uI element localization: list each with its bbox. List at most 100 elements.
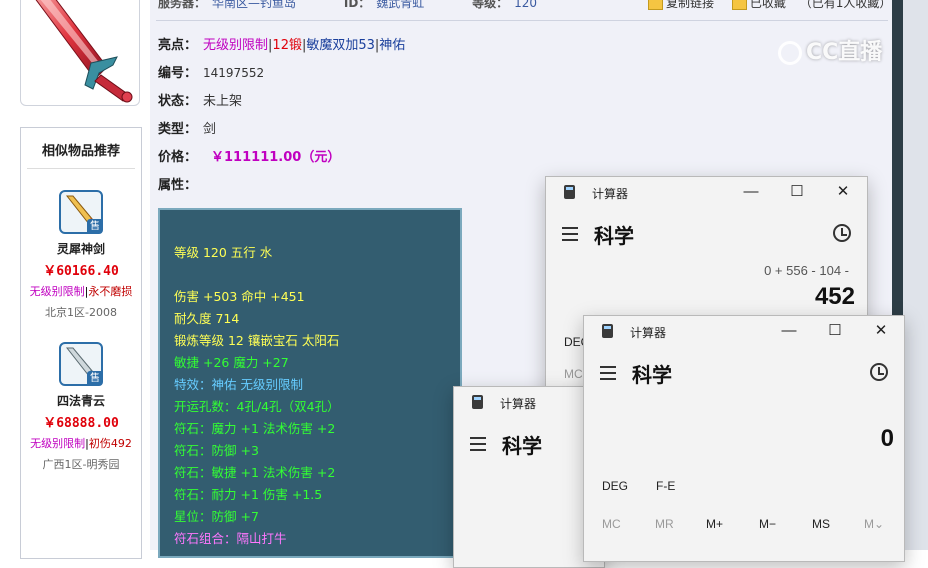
type-label: 类型： [158,122,198,137]
memory-recall-button[interactable]: MR [655,517,674,531]
tag: 无级别限制 [30,437,86,450]
similar-item-name[interactable]: 四法青云 [21,392,141,409]
similar-item-card[interactable]: 售 四法青云 ￥68888.00 无级别限制|初伤492 广西1区-明秀园 [21,342,141,472]
memory-clear-button[interactable]: MC [564,367,583,381]
right-edge [903,0,928,550]
memory-add-button[interactable]: M+ [706,517,723,531]
highlight-stats: 敏魔双加53 [306,38,375,53]
result-display: 0 [880,425,894,452]
maximize-button[interactable]: ☐ [824,320,846,342]
item-summary-row: 服务器： 华南区—钓鱼岛 ID： 魏武青虹 等级： 120 [158,0,581,11]
divider [27,168,135,169]
attr-line: 符石：防御 +3 [174,443,259,458]
history-icon[interactable] [833,224,851,242]
menu-icon[interactable] [600,366,616,380]
title-bar[interactable]: 计算器 — ☐ ✕ [584,316,904,346]
tag: 无级别限制 [29,285,85,298]
menu-icon[interactable] [470,437,486,451]
number-label: 编号： [158,66,198,81]
price-row: 价格： ￥111111.00（元） [158,146,340,165]
attr-line: 等级 120 五行 水 [174,245,273,260]
similar-items-title: 相似物品推荐 [41,144,120,159]
similar-item-price: ￥60166.40 [43,264,119,279]
menu-icon[interactable] [562,227,578,241]
title-bar[interactable]: 计算器 [454,387,604,417]
highlights-label: 亮点： [158,38,198,53]
similar-item-tags: 无级别限制|初伤492 [25,435,137,451]
minimize-button[interactable]: — [778,320,800,342]
item-image [20,0,140,106]
copy-link-button[interactable]: 复制链接 [666,0,714,10]
attr-line: 伤害 +503 命中 +451 [174,289,305,304]
tag: 永不磨损 [88,285,133,298]
favorite-count: （已有1人收藏） [799,0,892,10]
for-sale-badge: 售 [87,371,103,386]
type-row: 类型： 剑 [158,118,216,137]
memory-store-button[interactable]: MS [812,517,830,531]
copy-link-icon [648,0,663,10]
divider [156,20,888,21]
maximize-button[interactable]: ☐ [786,181,808,203]
price-value: ￥111111.00（元） [211,150,341,165]
type-value: 剑 [203,122,217,137]
calculator-app-icon [472,395,483,409]
calculator-mode: 科学 [632,365,672,387]
similar-item-card[interactable]: 售 灵犀神剑 ￥60166.40 无级别限制|永不磨损 北京1区-2008 [21,190,141,320]
attr-line: 特效：神佑 无级别限制 [174,377,303,392]
similar-item-price: ￥68888.00 [43,416,119,431]
close-button[interactable]: ✕ [870,320,892,342]
item-thumbnail[interactable]: 售 [59,342,103,386]
favorited-button[interactable]: 已收藏 [750,0,786,10]
history-icon[interactable] [870,363,888,381]
status-label: 状态： [158,94,198,109]
attr-line: 锻炼等级 12 镶嵌宝石 太阳石 [174,333,340,348]
item-thumbnail[interactable]: 售 [59,190,103,234]
stream-watermark: CC直播 [778,34,882,66]
highlight-effect: 神佑 [379,38,406,53]
similar-item-tags: 无级别限制|永不磨损 [25,283,137,299]
status-value: 未上架 [203,94,243,109]
calculator-mode: 科学 [502,436,542,458]
sword-image [35,0,133,103]
attributes-label: 属性： [158,178,198,193]
id-value: 魏武青虹 [376,0,425,10]
similar-item-name[interactable]: 灵犀神剑 [21,240,141,257]
attr-line: 星位：防御 +7 [174,509,259,524]
highlights-row: 亮点： 无级别限制|12锻|敏魔双加53|神佑 [158,34,405,53]
calculator-app-icon [564,185,575,199]
number-value: 14197552 [203,66,265,80]
number-row: 编号： 14197552 [158,62,264,81]
memory-clear-button[interactable]: MC [602,517,621,531]
highlight-forge: 12锻 [272,38,302,53]
attributes-panel: 等级 120 五行 水 伤害 +503 命中 +451 耐久度 714 锻炼等级… [158,208,462,558]
memory-list-button[interactable]: M⌄ [864,517,884,531]
attr-line: 符石：耐力 +1 伤害 +1.5 [174,487,323,502]
calculator-mode: 科学 [594,226,634,248]
close-button[interactable]: ✕ [832,181,854,203]
attr-line: 符石组合：隔山打牛 [174,531,287,546]
expression-display: 0 + 556 - 104 - [764,263,849,278]
tag: 初伤492 [88,437,132,450]
calculator-window[interactable]: 计算器 — ☐ ✕ 科学 0 DEG F-E MC MR M+ M− MS M⌄ [583,315,905,562]
attr-line: 开运孔数：4孔/4孔（双4孔） [174,399,340,414]
favorite-icon [731,0,747,10]
deg-button[interactable]: DEG [602,479,628,493]
attr-line: 符石：魔力 +1 法术伤害 +2 [174,421,336,436]
window-title: 计算器 [500,397,537,411]
level-label: 等级： [472,0,509,10]
watermark-text: CC直播 [806,40,883,65]
cc-logo-icon [778,41,802,65]
server-value[interactable]: 华南区—钓鱼岛 [212,0,296,10]
minimize-button[interactable]: — [740,181,762,203]
item-actions: 复制链接 已收藏 （已有1人收藏） [648,0,891,11]
window-title: 计算器 [592,187,629,201]
fixed-exponent-button[interactable]: F-E [656,479,675,493]
result-display: 452 [814,283,855,310]
title-bar[interactable]: 计算器 — ☐ ✕ [546,177,867,207]
similar-item-server: 广西1区-明秀园 [42,458,120,471]
server-label: 服务器： [158,0,207,10]
attr-line: 敏捷 +26 魔力 +27 [174,355,289,370]
similar-item-server: 北京1区-2008 [45,306,117,319]
memory-subtract-button[interactable]: M− [759,517,776,531]
calculator-app-icon [602,324,613,338]
